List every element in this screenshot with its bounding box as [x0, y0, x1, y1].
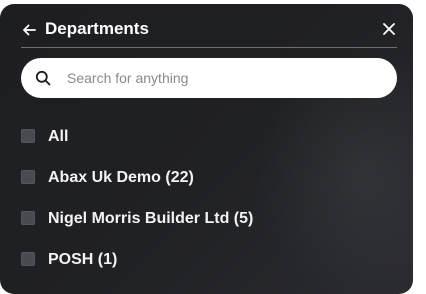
checkbox[interactable] [21, 170, 35, 184]
department-label: POSH (1) [48, 251, 118, 268]
search-box [21, 58, 397, 98]
department-label: All [48, 128, 69, 145]
checkbox[interactable] [21, 129, 35, 143]
department-label: Nigel Morris Builder Ltd (5) [48, 210, 254, 227]
close-button[interactable] [381, 21, 397, 37]
header-divider [21, 47, 397, 48]
department-item-all[interactable]: All [21, 120, 397, 161]
checkbox[interactable] [21, 252, 35, 266]
departments-panel: Departments All Abax Uk Demo (22) Nige [0, 4, 413, 294]
close-icon [383, 23, 395, 35]
department-list: All Abax Uk Demo (22) Nigel Morris Build… [21, 120, 397, 284]
search-icon [35, 70, 51, 86]
department-item-posh[interactable]: POSH (1) [21, 243, 397, 284]
department-label: Abax Uk Demo (22) [48, 169, 194, 186]
arrow-left-icon [23, 24, 36, 36]
department-item-abax-uk-demo[interactable]: Abax Uk Demo (22) [21, 161, 397, 202]
department-item-nigel-morris-builder-ltd[interactable]: Nigel Morris Builder Ltd (5) [21, 202, 397, 243]
panel-header: Departments [21, 18, 397, 46]
back-button[interactable] [21, 22, 37, 38]
page-title: Departments [45, 19, 149, 38]
checkbox[interactable] [21, 211, 35, 225]
search-input[interactable] [67, 58, 377, 98]
